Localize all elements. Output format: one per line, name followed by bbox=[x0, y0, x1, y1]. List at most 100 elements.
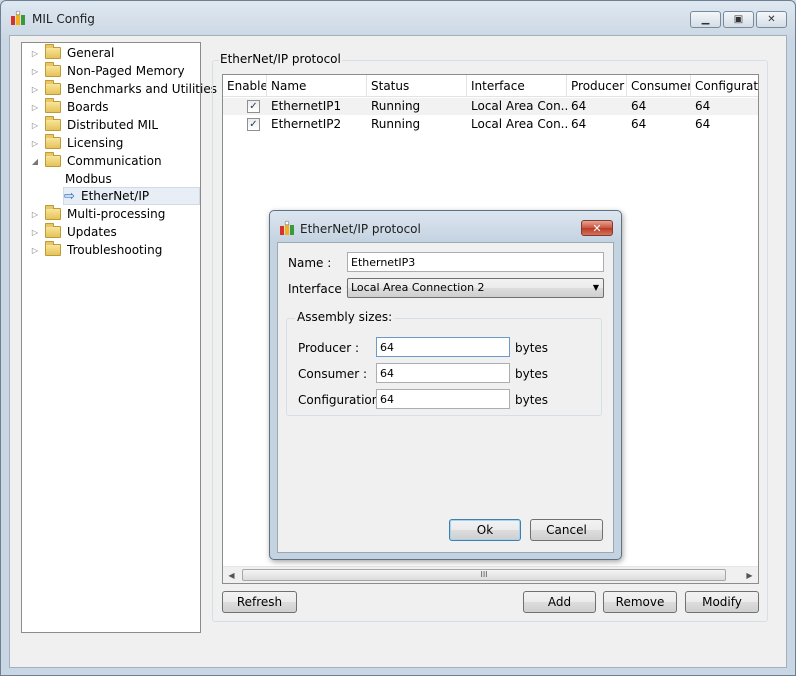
cell-producer: 64 bbox=[571, 99, 587, 113]
cell-producer: 64 bbox=[571, 117, 587, 131]
expand-arrow-icon[interactable]: ▷ bbox=[30, 103, 40, 112]
expand-arrow-icon[interactable]: ▷ bbox=[30, 85, 40, 94]
dialog-body: Name : Interface : Local Area Connection… bbox=[277, 242, 614, 553]
scroll-thumb[interactable]: III bbox=[242, 569, 726, 581]
group-title: EtherNet/IP protocol bbox=[219, 52, 342, 66]
tree-item-label: EtherNet/IP bbox=[81, 189, 150, 203]
tree-item-troubleshooting[interactable]: ▷ Troubleshooting bbox=[30, 241, 162, 259]
producer-field[interactable] bbox=[376, 337, 510, 357]
close-icon: ✕ bbox=[767, 14, 776, 25]
column-header-configuration[interactable]: Configuratio bbox=[691, 75, 758, 97]
folder-icon bbox=[45, 241, 61, 256]
tree-item-label: Troubleshooting bbox=[67, 243, 163, 257]
cell-status: Running bbox=[371, 117, 421, 131]
consumer-unit: bytes bbox=[515, 367, 549, 381]
cell-consumer: 64 bbox=[631, 99, 647, 113]
tree-item-label: Multi-processing bbox=[67, 207, 166, 221]
cell-name: EthernetIP1 bbox=[271, 99, 342, 113]
column-header-enable[interactable]: Enable bbox=[223, 75, 267, 97]
consumer-label: Consumer : bbox=[298, 367, 368, 381]
tree-item-label: Distributed MIL bbox=[67, 118, 159, 132]
interface-selected-value: Local Area Connection 2 bbox=[351, 281, 485, 294]
refresh-button[interactable]: Refresh bbox=[222, 591, 297, 613]
expand-arrow-icon[interactable]: ▷ bbox=[30, 210, 40, 219]
scroll-right-icon[interactable]: ▶ bbox=[741, 567, 758, 583]
window-title: MIL Config bbox=[32, 12, 95, 26]
tree-item-distributed-mil[interactable]: ▷ Distributed MIL bbox=[30, 116, 158, 134]
column-header-status[interactable]: Status bbox=[367, 75, 467, 97]
maximize-icon: ▣ bbox=[733, 14, 744, 25]
tree-item-label: Communication bbox=[67, 154, 162, 168]
producer-label: Producer : bbox=[298, 341, 360, 355]
collapse-arrow-icon[interactable]: ◢ bbox=[30, 157, 40, 166]
minimize-button[interactable]: ▁ bbox=[690, 11, 721, 28]
enable-checkbox[interactable]: ✓ bbox=[247, 118, 260, 131]
tree-item-ethernet-ip[interactable]: ⇨ EtherNet/IP bbox=[63, 187, 200, 205]
configuration-unit: bytes bbox=[515, 393, 549, 407]
tree-item-label: Modbus bbox=[65, 172, 112, 186]
tree-item-label: Licensing bbox=[67, 136, 124, 150]
folder-icon bbox=[45, 205, 61, 220]
tree-item-licensing[interactable]: ▷ Licensing bbox=[30, 134, 123, 152]
expand-arrow-icon[interactable]: ▷ bbox=[30, 246, 40, 255]
cell-configuration: 64 bbox=[695, 99, 711, 113]
table-row[interactable]: ✓ EthernetIP2 Running Local Area Con... … bbox=[223, 116, 758, 133]
producer-unit: bytes bbox=[515, 341, 549, 355]
column-header-name[interactable]: Name bbox=[267, 75, 367, 97]
remove-button[interactable]: Remove bbox=[603, 591, 677, 613]
modify-button[interactable]: Modify bbox=[685, 591, 759, 613]
interface-select[interactable]: Local Area Connection 2 ▼ bbox=[347, 278, 604, 298]
folder-icon bbox=[45, 98, 61, 113]
close-icon: ✕ bbox=[592, 221, 602, 235]
close-button[interactable]: ✕ bbox=[756, 11, 787, 28]
tree-item-multi-processing[interactable]: ▷ Multi-processing bbox=[30, 205, 165, 223]
expand-arrow-icon[interactable]: ▷ bbox=[30, 67, 40, 76]
dialog-close-button[interactable]: ✕ bbox=[581, 220, 613, 236]
column-header-interface[interactable]: Interface bbox=[467, 75, 567, 97]
mil-config-app-icon bbox=[11, 10, 25, 25]
interface-label: Interface : bbox=[288, 282, 350, 296]
cell-configuration: 64 bbox=[695, 117, 711, 131]
folder-icon bbox=[45, 116, 61, 131]
expand-arrow-icon[interactable]: ▷ bbox=[30, 49, 40, 58]
folder-icon bbox=[45, 80, 61, 95]
tree-item-boards[interactable]: ▷ Boards bbox=[30, 98, 109, 116]
cell-name: EthernetIP2 bbox=[271, 117, 342, 131]
folder-open-icon bbox=[45, 152, 61, 167]
column-header-producer[interactable]: Producer bbox=[567, 75, 627, 97]
scroll-left-icon[interactable]: ◀ bbox=[223, 567, 240, 583]
ethernet-ip-dialog: EtherNet/IP protocol ✕ Name : Interface … bbox=[269, 210, 622, 560]
dialog-title: EtherNet/IP protocol bbox=[300, 222, 421, 236]
enable-checkbox[interactable]: ✓ bbox=[247, 100, 260, 113]
assembly-sizes-label: Assembly sizes: bbox=[295, 310, 395, 324]
tree-item-non-paged-memory[interactable]: ▷ Non-Paged Memory bbox=[30, 62, 185, 80]
consumer-field[interactable] bbox=[376, 363, 510, 383]
column-header-consumer[interactable]: Consumer bbox=[627, 75, 691, 97]
configuration-label: Configuration : bbox=[298, 393, 388, 407]
horizontal-scrollbar[interactable]: ◀ III ▶ bbox=[223, 566, 758, 583]
expand-arrow-icon[interactable]: ▷ bbox=[30, 228, 40, 237]
table-row[interactable]: ✓ EthernetIP1 Running Local Area Con... … bbox=[223, 98, 758, 115]
cell-interface: Local Area Con... bbox=[471, 117, 567, 131]
tree-item-updates[interactable]: ▷ Updates bbox=[30, 223, 117, 241]
title-bar[interactable]: MIL Config ▁ ▣ ✕ bbox=[1, 1, 795, 35]
tree-item-label: General bbox=[67, 46, 115, 60]
tree-item-label: Boards bbox=[67, 100, 109, 114]
ok-button[interactable]: Ok bbox=[449, 519, 521, 541]
add-button[interactable]: Add bbox=[523, 591, 596, 613]
configuration-field[interactable] bbox=[376, 389, 510, 409]
expand-arrow-icon[interactable]: ▷ bbox=[30, 121, 40, 130]
tree-item-label: Updates bbox=[67, 225, 117, 239]
name-field[interactable] bbox=[347, 252, 604, 272]
maximize-button[interactable]: ▣ bbox=[723, 11, 754, 28]
cell-status: Running bbox=[371, 99, 421, 113]
tree-item-modbus[interactable]: Modbus bbox=[65, 170, 112, 188]
settings-tree[interactable]: ▷ General ▷ Non-Paged Memory ▷ Benchmark… bbox=[21, 42, 217, 633]
tree-item-communication[interactable]: ◢ Communication bbox=[30, 152, 162, 170]
cancel-button[interactable]: Cancel bbox=[530, 519, 603, 541]
folder-icon bbox=[45, 134, 61, 149]
tree-item-benchmarks[interactable]: ▷ Benchmarks and Utilities bbox=[30, 80, 217, 98]
minimize-icon: ▁ bbox=[701, 14, 710, 25]
expand-arrow-icon[interactable]: ▷ bbox=[30, 139, 40, 148]
tree-item-general[interactable]: ▷ General bbox=[30, 44, 114, 62]
